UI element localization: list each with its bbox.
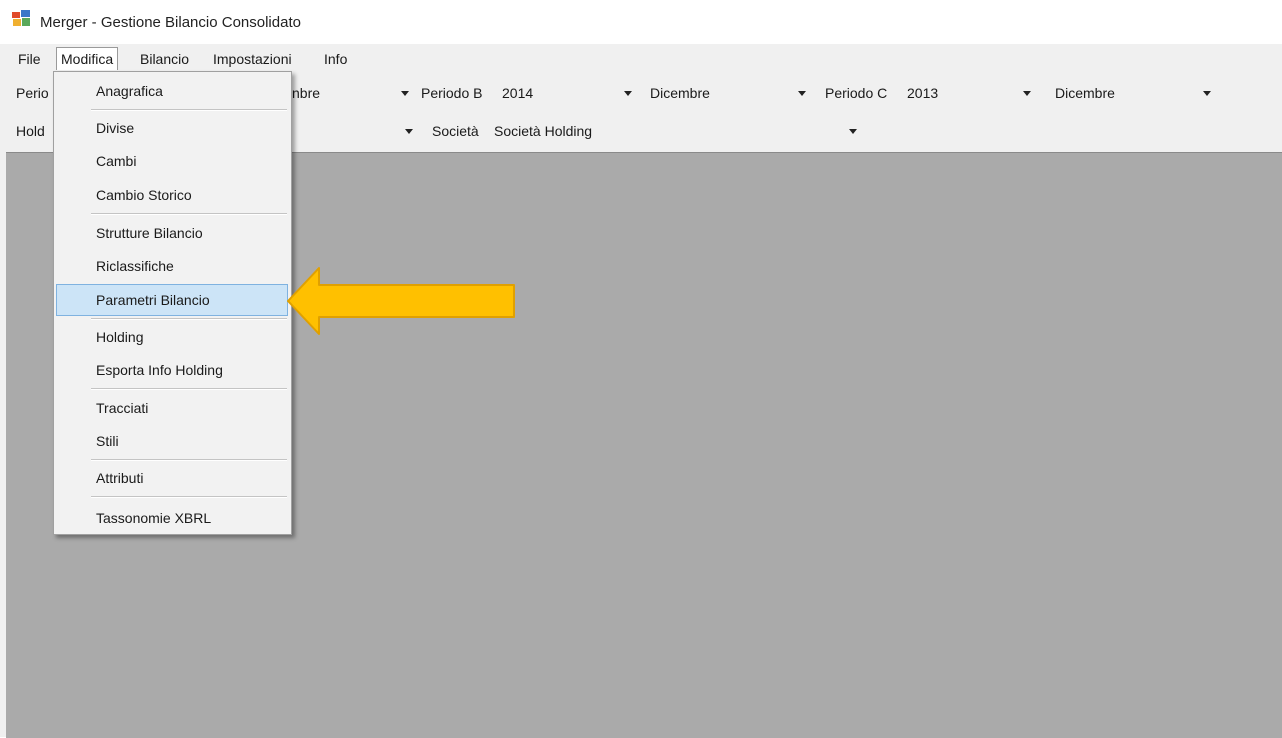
menu-info[interactable]: Info [320, 48, 351, 70]
periodo-b-year-select[interactable]: 2014 [502, 82, 533, 104]
menu-item-tassonomie-xbrl[interactable]: Tassonomie XBRL [96, 507, 211, 529]
chevron-down-icon[interactable] [403, 120, 415, 142]
societa-label: Società [432, 123, 479, 139]
periodo-a-label: Perio [16, 85, 49, 101]
menu-file[interactable]: File [14, 48, 45, 70]
menu-item-anagrafica[interactable]: Anagrafica [96, 80, 163, 102]
menu-item-parametri-bilancio[interactable]: Parametri Bilancio [96, 289, 210, 311]
menu-item-stili[interactable]: Stili [96, 430, 119, 452]
periodo-a-month-select[interactable]: nbre [292, 82, 320, 104]
societa-select[interactable]: Società Holding [494, 120, 592, 142]
menu-separator [91, 109, 287, 111]
chevron-down-icon[interactable] [622, 82, 634, 104]
menu-item-holding[interactable]: Holding [96, 326, 143, 348]
menu-separator [91, 388, 287, 390]
menu-item-cambi[interactable]: Cambi [96, 150, 136, 172]
menu-item-strutture-bilancio[interactable]: Strutture Bilancio [96, 222, 203, 244]
chevron-down-icon[interactable] [399, 82, 411, 104]
window-title: Merger - Gestione Bilancio Consolidato [40, 14, 301, 31]
menu-modifica[interactable]: Modifica [56, 47, 119, 70]
menu-separator [91, 318, 287, 320]
periodo-c-label: Periodo C [825, 85, 888, 101]
pointer-arrow-icon [287, 267, 515, 335]
menu-bilancio[interactable]: Bilancio [136, 48, 193, 70]
chevron-down-icon[interactable] [847, 120, 859, 142]
menu-item-cambio-storico[interactable]: Cambio Storico [96, 184, 192, 206]
chevron-down-icon[interactable] [796, 82, 808, 104]
menu-item-attributi[interactable]: Attributi [96, 467, 143, 489]
menu-item-tracciati[interactable]: Tracciati [96, 397, 148, 419]
menu-item-riclassifiche[interactable]: Riclassifiche [96, 255, 174, 277]
menu-separator [91, 459, 287, 461]
menu-impostazioni[interactable]: Impostazioni [209, 48, 296, 70]
periodo-b-month-select[interactable]: Dicembre [650, 82, 710, 104]
menu-item-esporta-info-holding[interactable]: Esporta Info Holding [96, 359, 223, 381]
chevron-down-icon[interactable] [1201, 82, 1213, 104]
periodo-c-month-select[interactable]: Dicembre [1055, 82, 1115, 104]
periodo-b-label: Periodo B [421, 85, 483, 101]
holding-label: Hold [16, 123, 45, 139]
periodo-c-year-select[interactable]: 2013 [907, 82, 938, 104]
app-window-icon [12, 10, 30, 26]
menu-item-divise[interactable]: Divise [96, 117, 134, 139]
chevron-down-icon[interactable] [1021, 82, 1033, 104]
menu-separator [91, 213, 287, 215]
menu-separator [91, 496, 287, 498]
